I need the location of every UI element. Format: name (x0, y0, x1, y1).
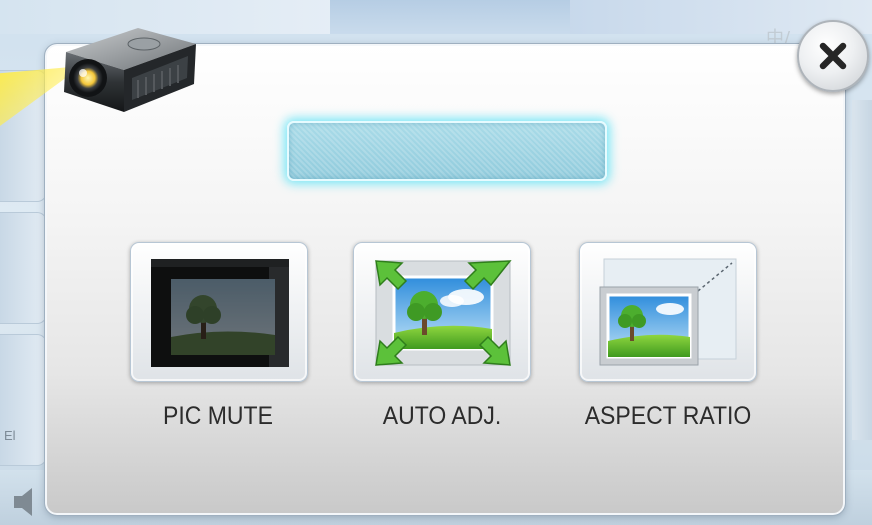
aspect-ratio-button[interactable] (579, 242, 757, 382)
background-right-strip (852, 100, 872, 440)
auto-adjust-button[interactable] (353, 242, 531, 382)
background-top-band (330, 0, 570, 34)
close-button[interactable] (797, 20, 869, 92)
pic-mute-button[interactable] (130, 242, 308, 382)
projector-icon (64, 28, 196, 112)
background-side-tab (0, 334, 47, 466)
aspect-ratio-icon (599, 258, 737, 366)
auto-adjust-label: AUTO ADJ. (382, 402, 502, 430)
aspect-ratio-label: ASPECT RATIO (584, 402, 752, 430)
pic-mute-label: PIC MUTE (163, 402, 273, 430)
close-icon (819, 42, 847, 70)
pic-mute-icon (151, 259, 289, 367)
auto-adjust-icon (375, 260, 512, 366)
speaker-icon (14, 488, 32, 516)
background-side-tab (0, 212, 47, 324)
background-side-label: El (4, 428, 16, 443)
projector-name-field[interactable] (287, 121, 607, 181)
